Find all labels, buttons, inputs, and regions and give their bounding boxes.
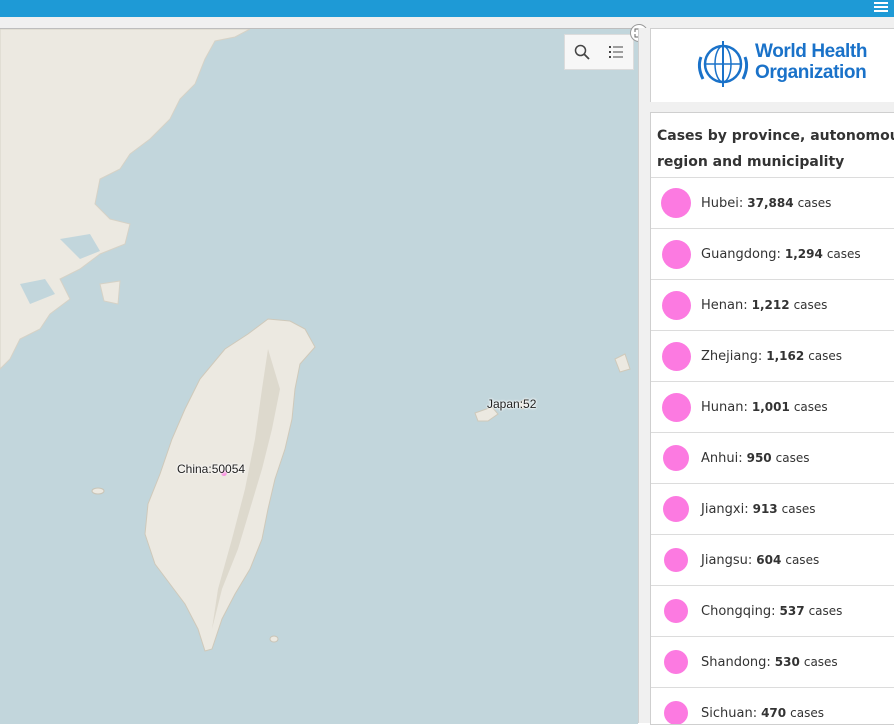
marker-cell [651, 188, 701, 218]
case-unit: cases [785, 553, 820, 567]
province-name: Zhejiang: [701, 348, 763, 364]
case-unit: cases [781, 502, 816, 516]
case-marker-icon [663, 445, 689, 471]
province-name: Anhui: [701, 450, 743, 466]
case-count: 1,212 [751, 298, 790, 312]
case-unit: cases [775, 451, 810, 465]
list-item[interactable]: Shandong: 530 cases [651, 636, 894, 687]
case-marker-icon [661, 392, 691, 422]
legend-list-icon [609, 46, 623, 58]
japan-case-label[interactable]: Japan:52 [487, 397, 536, 411]
case-marker-icon [664, 650, 688, 674]
case-marker-icon [661, 188, 691, 218]
marker-cell [651, 445, 701, 471]
marker-cell [651, 650, 701, 674]
map-view[interactable]: China:50054 Japan:52 [0, 28, 638, 724]
list-title-line-1: Cases by province, autonomous [657, 128, 894, 144]
case-count: 604 [756, 553, 782, 567]
search-icon [574, 44, 590, 60]
who-emblem-icon [697, 41, 749, 87]
case-marker-icon [664, 599, 688, 623]
taiwan-land [144, 318, 316, 652]
mainland-land [0, 29, 251, 370]
cases-list: Hubei: 37,884 cases Guangdong: 1,294 cases Hen… [651, 177, 894, 724]
header-gap [0, 17, 894, 28]
list-item[interactable]: Henan: 1,212 cases [651, 279, 894, 330]
china-case-label[interactable]: China:50054 [177, 462, 245, 476]
marker-cell [651, 496, 701, 522]
marker-cell [651, 290, 701, 320]
case-count: 1,162 [766, 349, 805, 363]
list-item[interactable]: Sichuan: 470 cases [651, 687, 894, 724]
who-logo-text: World Health Organization [755, 41, 867, 83]
case-unit: cases [826, 247, 861, 261]
case-count: 37,884 [747, 196, 794, 210]
province-name: Guangdong: [701, 246, 781, 262]
province-name: Henan: [701, 297, 748, 313]
list-item[interactable]: Guangdong: 1,294 cases [651, 228, 894, 279]
case-count: 1,294 [784, 247, 823, 261]
case-unit: cases [790, 706, 824, 720]
case-count: 950 [746, 451, 772, 465]
case-count: 913 [752, 502, 778, 516]
menu-icon[interactable] [874, 0, 888, 12]
marker-cell [651, 341, 701, 371]
basemap [0, 29, 631, 652]
province-name: Shandong: [701, 654, 771, 670]
case-marker-icon [661, 341, 691, 371]
case-marker-icon [661, 239, 691, 269]
list-item[interactable]: Hubei: 37,884 cases [651, 177, 894, 228]
panel-gap [650, 102, 894, 112]
case-unit: cases [808, 604, 843, 618]
list-item[interactable]: Jiangsu: 604 cases [651, 534, 894, 585]
province-name: Chongqing: [701, 603, 776, 619]
legend-button[interactable] [599, 35, 633, 69]
case-unit: cases [803, 655, 838, 669]
who-logo-panel: World Health Organization [650, 28, 894, 104]
logo-line-1: World Health [755, 41, 868, 62]
list-title-line-2: region and municipality [657, 154, 845, 170]
province-name: Jiangsu: [701, 552, 753, 568]
case-unit: cases [808, 349, 843, 363]
island [269, 635, 279, 643]
list-title: Cases by province, autonomous region and… [651, 113, 894, 177]
marker-cell [651, 701, 701, 724]
island [91, 487, 105, 495]
marker-cell [651, 392, 701, 422]
case-count: 537 [779, 604, 805, 618]
cases-list-panel[interactable]: Cases by province, autonomous region and… [650, 112, 894, 725]
list-item[interactable]: Jiangxi: 913 cases [651, 483, 894, 534]
province-name: Hunan: [701, 399, 748, 415]
list-item[interactable]: Zhejiang: 1,162 cases [651, 330, 894, 381]
province-name: Jiangxi: [701, 501, 749, 517]
case-count: 530 [774, 655, 800, 669]
province-name: Sichuan: [701, 705, 758, 721]
case-unit: cases [793, 400, 828, 414]
case-count: 470 [761, 706, 787, 720]
list-item[interactable]: Hunan: 1,001 cases [651, 381, 894, 432]
map-toolbar [564, 34, 634, 70]
case-unit: cases [797, 196, 832, 210]
case-unit: cases [793, 298, 828, 312]
marker-cell [651, 599, 701, 623]
top-bar [0, 0, 894, 17]
list-item[interactable]: Chongqing: 537 cases [651, 585, 894, 636]
case-marker-icon [664, 701, 688, 724]
marker-cell [651, 548, 701, 572]
case-count: 1,001 [751, 400, 790, 414]
case-marker-icon [661, 290, 691, 320]
province-name: Hubei: [701, 195, 744, 211]
case-marker-icon [664, 548, 688, 572]
logo-line-2: Organization [755, 62, 867, 83]
search-button[interactable] [565, 35, 599, 69]
case-marker-icon [663, 496, 689, 522]
japan-island [614, 353, 631, 373]
island [99, 280, 121, 305]
list-item[interactable]: Anhui: 950 cases [651, 432, 894, 483]
marker-cell [651, 239, 701, 269]
